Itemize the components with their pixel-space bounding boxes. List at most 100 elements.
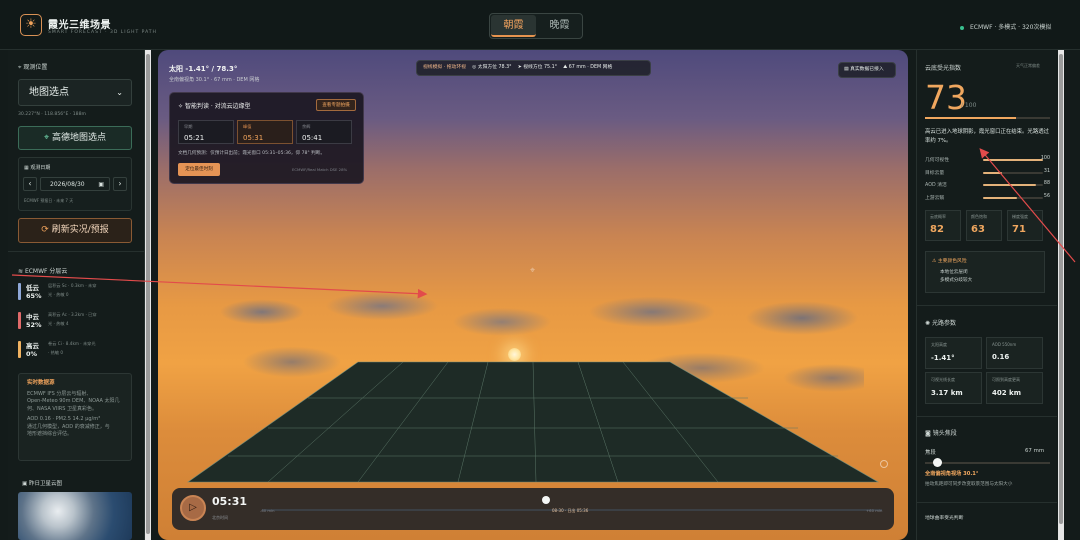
- info-line: 地形遮挡综合评估。: [27, 431, 73, 437]
- app-title: 霞光三维场景: [48, 20, 111, 31]
- mode-tabs: 朝霞 晚霞: [489, 13, 583, 39]
- date-input[interactable]: 2026/08/30 ▣: [40, 177, 110, 191]
- tab-evening[interactable]: 晚霞: [537, 15, 582, 37]
- risk-alert: ⚠ 主要颜色风险 本地位云层闭 多模式分歧较大: [925, 251, 1045, 293]
- factor-bar-row: 几何可视性 100: [925, 156, 1050, 166]
- data-source-card: 实时数据源 ECMWF IFS 分层云与辐射、 Open-Meteo 90m D…: [18, 373, 132, 461]
- chevron-down-icon: ⌄: [116, 88, 123, 97]
- layer-desc2: 光 · 热敏 0: [48, 292, 69, 297]
- cloud-layer-row[interactable]: 中云 52% 高积云 Ac · 3.2km · 已穿光 · 热敏 4: [18, 311, 132, 331]
- date-label: ▦ 观测日期: [24, 165, 51, 171]
- timeline-right: +60 min: [866, 508, 883, 513]
- factor-label: AOD 清洁: [925, 183, 947, 188]
- cloud-layer-row[interactable]: 高云 0% 卷云 Ci · 8.4km · 未穿光 · 热敏 0: [18, 340, 132, 360]
- param-height: 可照到高度更高 402 km: [986, 372, 1043, 404]
- next-date-button[interactable]: ›: [113, 177, 127, 191]
- prev-date-button[interactable]: ‹: [23, 177, 37, 191]
- status-dot-icon: [960, 25, 964, 30]
- layer-name: 高云: [26, 342, 39, 350]
- toolbar-item-view-azimuth[interactable]: 视线方位 75.1°: [523, 65, 557, 70]
- score-desc: 高云已进入地球阴影，霞光窗口正在结束。光路透过率约 7%。: [925, 129, 1049, 144]
- app-header: ☀ 霞光三维场景 SMART FORECAST · 3D LIGHT PATH …: [0, 0, 1080, 50]
- scene-viewport[interactable]: ⌖ 视线模拟 · 拖动环视 ◎ 太阳方位 78.3° ➤ 视线方位 75.1° …: [158, 50, 908, 540]
- alert-title: ⚠ 主要颜色风险: [932, 259, 967, 264]
- divider: [917, 416, 1057, 417]
- score-value: 73: [925, 78, 967, 117]
- lens-title: ◙ 镜头焦段: [925, 430, 957, 437]
- layer-name: 低云: [26, 284, 39, 292]
- focal-slider[interactable]: [925, 462, 1050, 464]
- light-title: ✺ 光路参数: [925, 320, 956, 327]
- satellite-image[interactable]: [18, 492, 132, 540]
- toolbar-item-lens[interactable]: 67 mm · DEM 网格: [569, 65, 613, 70]
- sun-position: 太阳 -1.41° / 78.3°: [169, 65, 238, 73]
- refresh-icon: ⟳: [41, 225, 49, 235]
- left-scrollbar[interactable]: [145, 50, 151, 540]
- layer-desc2: 光 · 热敏 4: [48, 321, 69, 326]
- subscore-gradient: 梯度强度 71: [1007, 210, 1043, 241]
- play-button[interactable]: ▷: [180, 495, 206, 521]
- layers-icon: ≋: [18, 268, 24, 275]
- pin-icon: ⌖: [44, 133, 50, 143]
- info-line: ECMWF IFS 分层云与辐射、: [27, 390, 92, 397]
- analysis-card: ✧ 智能判读 · 对流云边缘型 查看专题拍摄 早期 05:21 峰值 05:31 余…: [169, 92, 364, 184]
- map-pick-button[interactable]: ⌖ 高德地图选点: [18, 126, 132, 150]
- sun-logo-icon: ☀: [20, 14, 42, 36]
- right-scrollbar[interactable]: [1058, 50, 1064, 540]
- layer-color-bar: [18, 283, 21, 300]
- param-aod: AOD 550nm 0.16: [986, 337, 1043, 369]
- sun-position-title: 太阳 -1.41° / 78.3° 全南偏视角 30.1° · 67 mm · …: [169, 64, 259, 83]
- toolbar-item-simulate[interactable]: 视线模拟 · 拖动环视: [423, 65, 466, 70]
- play-icon: ▷: [189, 502, 197, 513]
- refresh-button[interactable]: ⟳ 刷新实况/预报: [18, 218, 132, 243]
- subscore-cloud: 云底概率 82: [925, 210, 961, 241]
- play-time: 05:31: [212, 495, 248, 508]
- realtime-badge[interactable]: ▤ 真实数据已接入: [838, 62, 896, 78]
- card-text: 文档几何预测：仅预计日出前；霞光窗口 05:31–05:36，仰 78° 判断。: [178, 151, 325, 156]
- pin-icon: ⌖: [18, 64, 22, 71]
- play-sub: 北京时间: [212, 515, 228, 520]
- factor-value: 100: [1040, 156, 1050, 161]
- cloud-layer-row[interactable]: 低云 65% 层积云 Sc · 0.3km · 未穿光 · 热敏 0: [18, 282, 132, 302]
- info-line: Open-Meteo 90m DEM、NOAA 太阳几: [27, 398, 120, 404]
- param-path-length: 可视光线长度 3.17 km: [925, 372, 982, 404]
- divider: [8, 251, 145, 252]
- layer-desc2: · 热敏 0: [48, 350, 64, 355]
- subscore-color: 颜色饱和 63: [966, 210, 1002, 241]
- date-hint: ECMWF 预报日 · 未来 7 天: [24, 198, 74, 203]
- timeline-thumb[interactable]: [542, 496, 550, 504]
- focal-value: 67 mm: [1025, 448, 1045, 454]
- score-bar: [925, 117, 1050, 119]
- layers-title: ≋ ECMWF 分层云: [18, 268, 68, 275]
- layer-pct: 65%: [26, 292, 42, 300]
- info-line: AOD 0.16 · PM2.5 14.2 μg/m³: [27, 416, 101, 422]
- compass-icon: [880, 460, 888, 468]
- bottom-label: 地球曲率受光判断: [925, 516, 964, 521]
- layer-pct: 52%: [26, 321, 42, 329]
- locate-best-button[interactable]: 定位最佳时刻: [178, 163, 220, 176]
- lens-desc: 拍动焦距即可同步改变取景范围与太阳大小: [925, 482, 1013, 487]
- timeline-left: -60 min: [260, 508, 275, 513]
- toolbar-item-sun-azimuth[interactable]: 太阳方位 78.3°: [478, 65, 512, 70]
- factor-fill: [983, 171, 1002, 174]
- score-label: 云底受光指数: [925, 65, 962, 72]
- factor-bar-row: AOD 清洁 88: [925, 181, 1050, 191]
- database-icon: ▤: [844, 67, 849, 72]
- factor-fill: [983, 184, 1036, 186]
- factor-fill: [983, 159, 1043, 161]
- location-select[interactable]: 地图选点 ⌄: [18, 79, 132, 106]
- factor-track: [983, 171, 1043, 174]
- time-after: 余辉 05:41: [296, 120, 352, 144]
- card-topic-button[interactable]: 查看专题拍摄: [316, 99, 356, 111]
- calendar-icon: ▦: [24, 165, 29, 171]
- divider: [917, 502, 1057, 503]
- timeline-player: ▷ 05:31 北京时间 -60 min 08-30 · 日出 05:36 +6…: [172, 488, 894, 530]
- location-label: 观测位置: [23, 64, 48, 71]
- coords-text: 30.227°N · 118.856°E · 188m: [18, 112, 87, 117]
- focal-slider-thumb[interactable]: [933, 458, 942, 467]
- tab-morning[interactable]: 朝霞: [491, 15, 536, 37]
- lens-note: 全南偏视角视场 30.1°: [925, 471, 979, 477]
- layer-desc: 层积云 Sc · 0.3km · 未穿: [48, 283, 97, 288]
- factor-label: 上游云翳: [925, 195, 945, 201]
- layer-color-bar: [18, 312, 21, 329]
